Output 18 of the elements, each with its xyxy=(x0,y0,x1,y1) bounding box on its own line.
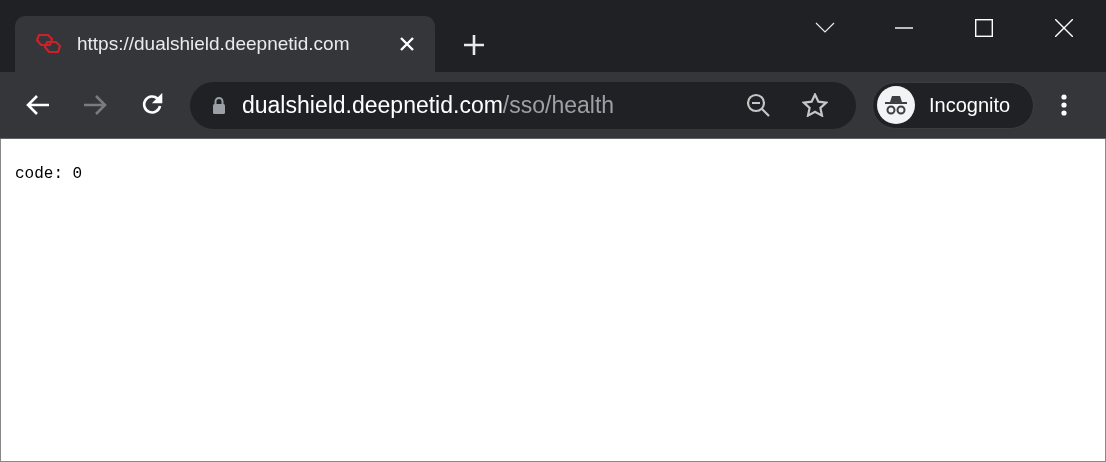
incognito-icon xyxy=(877,86,915,124)
menu-icon[interactable] xyxy=(1061,94,1067,116)
reload-icon[interactable] xyxy=(140,93,164,117)
tab-title: https://dualshield.deepnetid.com xyxy=(77,31,351,56)
chevron-down-icon[interactable] xyxy=(815,22,835,34)
close-icon[interactable] xyxy=(399,36,415,52)
maximize-icon[interactable] xyxy=(975,19,993,37)
url-text: dualshield.deepnetid.com/sso/health xyxy=(242,90,616,120)
back-arrow-icon[interactable] xyxy=(26,94,50,116)
profile-button[interactable]: Incognito xyxy=(872,81,1034,129)
new-tab-icon[interactable] xyxy=(463,34,485,56)
zoom-out-icon[interactable] xyxy=(746,93,770,117)
browser-tab[interactable]: https://dualshield.deepnetid.com xyxy=(15,16,435,72)
address-bar[interactable]: dualshield.deepnetid.com/sso/health xyxy=(190,81,856,129)
page-text: code: 0 xyxy=(15,164,84,185)
lock-icon[interactable] xyxy=(212,96,226,114)
close-icon[interactable] xyxy=(1055,19,1073,37)
star-icon[interactable] xyxy=(802,93,828,117)
